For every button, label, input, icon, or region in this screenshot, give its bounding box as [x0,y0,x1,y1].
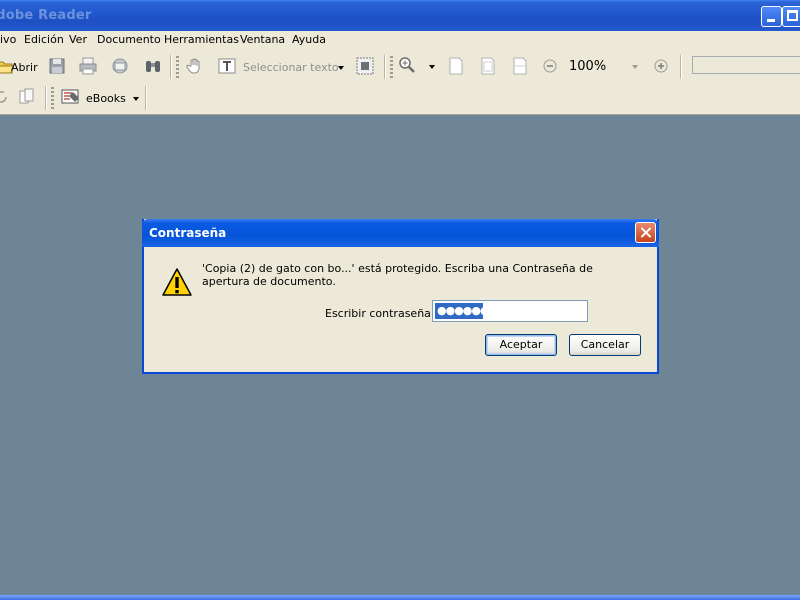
warning-icon [162,268,192,296]
window-titlebar[interactable]: Adobe Reader [0,0,800,31]
hand-tool-icon[interactable] [186,57,204,75]
ebooks-label: eBooks [86,92,126,105]
maximize-button[interactable] [782,6,800,27]
dialog-close-button[interactable] [635,222,656,243]
toolbar-row-2: eBooks [0,82,800,112]
toolbar-grip[interactable] [51,87,54,109]
print-icon[interactable] [79,57,97,75]
menu-ver[interactable]: Ver [69,33,87,46]
zoom-in-icon[interactable] [398,56,416,74]
select-text-label: Seleccionar texto [243,61,339,74]
password-input[interactable]: ●●●●●● [432,300,588,322]
text-cursor-icon [218,58,236,74]
password-label: Escribir contraseña: [325,307,435,320]
chevron-down-icon[interactable] [632,65,638,69]
zoom-plus-icon[interactable] [653,58,669,74]
toolbar-separator [145,86,147,110]
chevron-down-icon [133,97,139,101]
toolbar-separator [170,55,172,79]
search-binoculars-icon[interactable] [144,57,162,75]
fit-width-icon[interactable] [511,57,529,75]
rotate-icon[interactable] [0,88,10,106]
chevron-down-icon [338,66,344,70]
toolbar-separator [680,55,682,79]
open-button[interactable]: Abrir [0,53,38,79]
menu-archivo[interactable]: ivo [0,33,16,46]
email-icon[interactable] [111,57,129,75]
fit-page-icon[interactable] [479,57,497,75]
snapshot-tool-icon[interactable] [356,57,374,75]
page-copy-icon[interactable] [18,88,36,106]
menu-ventana[interactable]: Ventana [240,33,285,46]
taskbar-edge [0,595,800,600]
open-label: Abrir [11,61,38,74]
accept-button[interactable]: Aceptar [485,334,557,356]
zoom-level[interactable]: 100% [569,59,606,74]
cancel-button[interactable]: Cancelar [569,334,641,356]
menu-ayuda[interactable]: Ayuda [292,33,326,46]
select-text-tool[interactable]: Seleccionar texto [218,53,346,79]
password-dialog: Contraseña 'Copia (2) de gato con bo...'… [142,219,659,374]
window-title: Adobe Reader [0,8,92,23]
toolbar-separator [384,55,386,79]
ebook-icon [61,89,79,104]
zoom-out-icon[interactable] [542,58,558,74]
actual-size-page-icon[interactable] [447,57,465,75]
menu-herramientas[interactable]: Herramientas [164,33,239,46]
ebooks-button[interactable]: eBooks [58,84,144,110]
dialog-titlebar[interactable]: Contraseña [142,219,659,247]
dialog-title: Contraseña [149,226,227,240]
menu-bar: ivo Edición Ver Documento Herramientas V… [0,31,800,51]
toolbar-separator [45,86,47,110]
toolbars: Abrir Seleccionar texto 100% eBooks [0,51,800,115]
menu-documento[interactable]: Documento [97,33,161,46]
dialog-message: 'Copia (2) de gato con bo...' está prote… [202,262,593,288]
save-icon[interactable] [48,57,66,75]
minimize-button[interactable] [761,6,782,27]
chevron-down-icon[interactable] [429,65,435,69]
toolbar-grip[interactable] [390,56,393,78]
password-value: ●●●●●● [435,303,490,319]
search-input[interactable] [692,56,800,74]
toolbar-row-1: Abrir Seleccionar texto 100% [0,51,800,81]
toolbar-grip[interactable] [176,56,179,78]
menu-edicion[interactable]: Edición [24,33,64,46]
